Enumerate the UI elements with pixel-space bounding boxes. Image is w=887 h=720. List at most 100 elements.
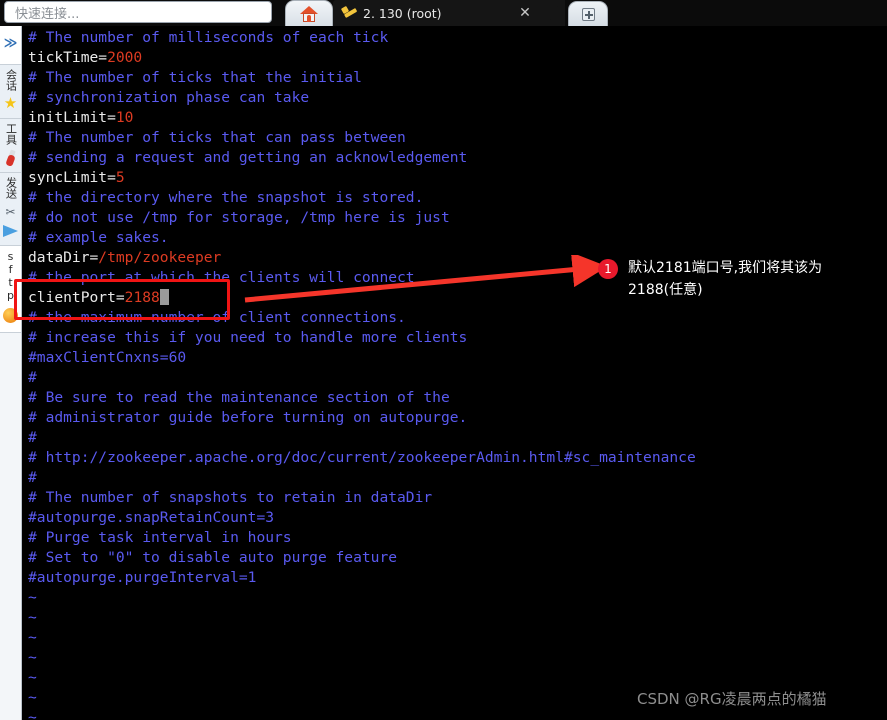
- sidebar-item-sftp[interactable]: sftp: [0, 246, 21, 333]
- terminal-comment: # The number of ticks that the initial: [28, 69, 362, 86]
- terminal-comment: #: [28, 469, 37, 486]
- chevron-right-icon[interactable]: ≫: [4, 30, 18, 59]
- sidebar-item-label: 会话: [4, 69, 18, 91]
- terminal-comment: # The number of ticks that can pass betw…: [28, 129, 406, 146]
- terminal-line: # administrator guide before turning on …: [28, 408, 887, 428]
- terminal-config-key: syncLimit=: [28, 169, 116, 186]
- terminal-config-key: clientPort=: [28, 289, 125, 306]
- terminal-line: # Set to "0" to disable auto purge featu…: [28, 548, 887, 568]
- terminal-comment: # http://zookeeper.apache.org/doc/curren…: [28, 449, 696, 466]
- sidebar-item-label: 发送: [4, 177, 18, 199]
- terminal-line: # The number of milliseconds of each tic…: [28, 28, 887, 48]
- star-icon[interactable]: ★: [3, 96, 19, 112]
- scissors-icon[interactable]: ✂: [3, 204, 19, 220]
- terminal-comment: # synchronization phase can take: [28, 89, 310, 106]
- terminal-line: #maxClientCnxns=60: [28, 348, 887, 368]
- terminal-comment: # The number of milliseconds of each tic…: [28, 29, 389, 46]
- terminal-comment: #autopurge.purgeInterval=1: [28, 569, 257, 586]
- terminal-line: # synchronization phase can take: [28, 88, 887, 108]
- terminal-comment: # Be sure to read the maintenance sectio…: [28, 389, 450, 406]
- sidebar-item-send[interactable]: 发送 ✂: [0, 173, 21, 246]
- sidebar-item-tools[interactable]: 工具: [0, 119, 21, 173]
- terminal-line: #autopurge.snapRetainCount=3: [28, 508, 887, 528]
- knife-icon[interactable]: [3, 149, 19, 167]
- wrench-icon: [340, 5, 358, 20]
- terminal-line: # Be sure to read the maintenance sectio…: [28, 388, 887, 408]
- new-tab-button[interactable]: [568, 1, 608, 26]
- terminal-comment: #: [28, 429, 37, 446]
- title-bar: 快速连接... 2. 130 (root) ✕: [0, 0, 887, 26]
- terminal-tilde: ~: [28, 669, 37, 686]
- terminal-comment: # example sakes.: [28, 229, 169, 246]
- terminal-line: initLimit=10: [28, 108, 887, 128]
- terminal-line: ~: [28, 668, 887, 688]
- terminal-config-key: initLimit=: [28, 109, 116, 126]
- terminal-line: ~: [28, 608, 887, 628]
- terminal-line: ~: [28, 588, 887, 608]
- terminal-tilde: ~: [28, 609, 37, 626]
- terminal-comment: # The number of snapshots to retain in d…: [28, 489, 433, 506]
- terminal-line: # the directory where the snapshot is st…: [28, 188, 887, 208]
- terminal-line: # increase this if you need to handle mo…: [28, 328, 887, 348]
- watermark: CSDN @RG凌晨两点的橘猫: [637, 690, 827, 708]
- terminal-line: #autopurge.purgeInterval=1: [28, 568, 887, 588]
- terminal-line: ~: [28, 628, 887, 648]
- terminal-line: # example sakes.: [28, 228, 887, 248]
- sidebar: ≫ 会话 ★ 工具 发送 ✂ sftp: [0, 26, 22, 720]
- terminal-comment: # the directory where the snapshot is st…: [28, 189, 424, 206]
- terminal-line: ~: [28, 708, 887, 720]
- terminal-comment: # administrator guide before turning on …: [28, 409, 468, 426]
- plus-icon: [581, 7, 595, 21]
- plane-icon[interactable]: [2, 223, 19, 239]
- terminal-line: ~: [28, 648, 887, 668]
- terminal-config-value: /tmp/zookeeper: [98, 249, 222, 266]
- terminal-comment: # the maximum number of client connectio…: [28, 309, 406, 326]
- terminal-line: # The number of ticks that the initial: [28, 68, 887, 88]
- terminal-comment: # Set to "0" to disable auto purge featu…: [28, 549, 398, 566]
- terminal-line: #: [28, 428, 887, 448]
- app-window: 快速连接... 2. 130 (root) ✕ ≫ 会话 ★ 工具 发送 ✂ s…: [0, 0, 887, 720]
- sidebar-expand[interactable]: ≫: [0, 26, 21, 65]
- terminal-line: # Purge task interval in hours: [28, 528, 887, 548]
- terminal-comment: # increase this if you need to handle mo…: [28, 329, 468, 346]
- annotation-arrow: [244, 255, 608, 303]
- terminal-tilde: ~: [28, 589, 37, 606]
- sidebar-item-label: 工具: [4, 123, 18, 145]
- terminal-tilde: ~: [28, 689, 37, 706]
- annotation-badge-1: 1: [598, 259, 618, 279]
- terminal-line: # The number of ticks that can pass betw…: [28, 128, 887, 148]
- annotation-text: 默认2181端口号,我们将其该为 2188(任意): [628, 260, 823, 298]
- terminal-line: tickTime=2000: [28, 48, 887, 68]
- terminal-config-key: tickTime=: [28, 49, 108, 66]
- terminal-line: # the maximum number of client connectio…: [28, 308, 887, 328]
- close-icon[interactable]: ✕: [517, 5, 533, 21]
- terminal-comment: #maxClientCnxns=60: [28, 349, 187, 366]
- quick-connect-input[interactable]: 快速连接...: [4, 1, 272, 23]
- tab-home[interactable]: [285, 0, 333, 26]
- terminal-config-value: 10: [115, 109, 134, 126]
- terminal-comment: # sending a request and getting an ackno…: [28, 149, 468, 166]
- terminal-line: # The number of snapshots to retain in d…: [28, 488, 887, 508]
- tab-session-130[interactable]: 2. 130 (root) ✕: [333, 0, 565, 26]
- terminal-comment: #: [28, 369, 37, 386]
- terminal-tilde: ~: [28, 709, 37, 720]
- terminal-config-key: dataDir=: [28, 249, 99, 266]
- terminal-comment: # Purge task interval in hours: [28, 529, 292, 546]
- terminal-config-value: 2188: [124, 289, 160, 306]
- globe-icon[interactable]: [3, 308, 18, 323]
- terminal-line: # do not use /tmp for storage, /tmp here…: [28, 208, 887, 228]
- terminal-cursor: [159, 289, 169, 305]
- terminal-comment: # do not use /tmp for storage, /tmp here…: [28, 209, 450, 226]
- terminal-tilde: ~: [28, 629, 37, 646]
- sidebar-item-sessions[interactable]: 会话 ★: [0, 65, 21, 119]
- tab-label: 2. 130 (root): [363, 5, 442, 21]
- terminal-line: # sending a request and getting an ackno…: [28, 148, 887, 168]
- terminal-line: #: [28, 368, 887, 388]
- terminal-line: # http://zookeeper.apache.org/doc/curren…: [28, 448, 887, 468]
- terminal-output[interactable]: # The number of milliseconds of each tic…: [22, 26, 887, 720]
- terminal-tilde: ~: [28, 649, 37, 666]
- terminal-config-value: 2000: [107, 49, 143, 66]
- home-icon: [300, 5, 318, 22]
- terminal-line: syncLimit=5: [28, 168, 887, 188]
- terminal-line: #: [28, 468, 887, 488]
